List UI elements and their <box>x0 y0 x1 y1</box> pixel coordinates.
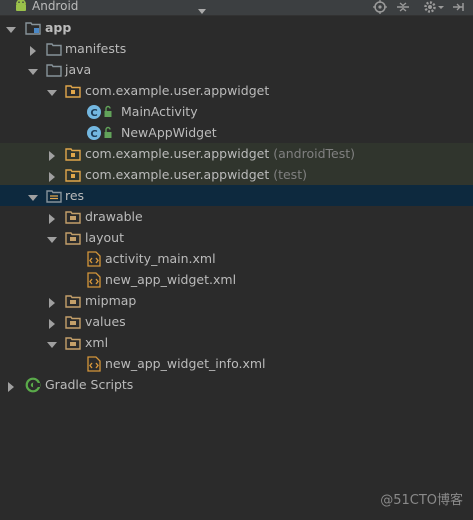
chevron-right-icon[interactable] <box>47 317 57 329</box>
chevron-down-icon[interactable] <box>47 338 57 348</box>
folder-icon <box>65 230 81 246</box>
chevron-down-icon[interactable] <box>28 191 38 201</box>
chevron-right-icon[interactable] <box>28 44 38 56</box>
chevron-down-icon[interactable] <box>47 233 57 243</box>
tree-label: activity_main.xml <box>105 251 216 266</box>
tree-label-group: com.example.user.appwidget (androidTest) <box>85 145 355 162</box>
tree-label-group: com.example.user.appwidget (test) <box>85 166 307 183</box>
tree-node-xml[interactable]: xml <box>0 332 473 353</box>
tree-label: values <box>85 314 126 329</box>
chevron-down-icon[interactable] <box>6 23 16 33</box>
folder-icon <box>65 335 81 351</box>
folder-icon <box>46 62 62 78</box>
chevron-right-icon[interactable] <box>47 296 57 308</box>
tree-label: com.example.user.appwidget <box>85 83 270 98</box>
class-icon: C <box>86 125 102 141</box>
lock-icon <box>103 125 113 141</box>
xml-file-icon <box>86 272 102 288</box>
tree-node-activity-main-xml[interactable]: activity_main.xml <box>0 248 473 269</box>
tree-node-gradle-scripts[interactable]: Gradle Scripts <box>0 374 473 395</box>
chevron-down-icon[interactable] <box>28 65 38 75</box>
view-mode-dropdown[interactable]: Android <box>14 0 210 15</box>
tree-node-manifests[interactable]: manifests <box>0 38 473 59</box>
tree-label: com.example.user.appwidget <box>85 146 270 161</box>
module-folder-icon <box>25 20 41 36</box>
tree-node-res[interactable]: res <box>0 185 473 206</box>
xml-file-icon <box>86 251 102 267</box>
svg-text:C: C <box>90 129 97 140</box>
target-icon[interactable] <box>373 0 387 14</box>
tree-label: new_app_widget_info.xml <box>105 356 266 371</box>
source-set-suffix: (test) <box>273 167 307 182</box>
tree-label: xml <box>85 335 109 350</box>
tree-node-values[interactable]: values <box>0 311 473 332</box>
tree-label: com.example.user.appwidget <box>85 167 270 182</box>
gear-dropdown-arrow-icon[interactable] <box>437 0 445 14</box>
source-set-suffix: (androidTest) <box>273 146 356 161</box>
tree-node-new-app-widget[interactable]: C NewAppWidget <box>0 122 473 143</box>
package-icon <box>65 167 81 183</box>
chevron-right-icon[interactable] <box>47 149 57 161</box>
watermark: @51CTO博客 <box>380 493 463 508</box>
tree-label: NewAppWidget <box>121 125 217 140</box>
tree-label: manifests <box>65 41 127 56</box>
tree-label: drawable <box>85 209 143 224</box>
folder-icon <box>46 41 62 57</box>
tree-label: new_app_widget.xml <box>105 272 237 287</box>
tree-label: MainActivity <box>121 104 198 119</box>
chevron-right-icon[interactable] <box>47 212 57 224</box>
gear-icon[interactable] <box>423 0 437 14</box>
tree-node-new-app-widget-xml[interactable]: new_app_widget.xml <box>0 269 473 290</box>
folder-icon <box>65 314 81 330</box>
tree-label: mipmap <box>85 293 137 308</box>
tree-node-new-app-widget-info-xml[interactable]: new_app_widget_info.xml <box>0 353 473 374</box>
tree-node-main-activity[interactable]: C MainActivity <box>0 101 473 122</box>
package-icon <box>65 83 81 99</box>
chevron-down-icon <box>198 2 206 17</box>
lock-icon <box>103 104 113 120</box>
chevron-right-icon[interactable] <box>6 380 16 392</box>
folder-icon <box>65 293 81 309</box>
svg-text:C: C <box>90 108 97 119</box>
tree-node-java[interactable]: java <box>0 59 473 80</box>
chevron-down-icon[interactable] <box>47 86 57 96</box>
tree-label: java <box>65 62 92 77</box>
project-view-toolbar: Android <box>0 0 473 16</box>
tree-label: res <box>65 188 85 203</box>
tree-node-mipmap[interactable]: mipmap <box>0 290 473 311</box>
android-icon <box>14 0 28 15</box>
tree-node-layout[interactable]: layout <box>0 227 473 248</box>
package-icon <box>65 146 81 162</box>
collapse-all-icon[interactable] <box>396 0 410 14</box>
tree-node-drawable[interactable]: drawable <box>0 206 473 227</box>
tree-node-app[interactable]: app <box>0 17 473 38</box>
tree-label: app <box>45 20 72 35</box>
tree-label: layout <box>85 230 125 245</box>
class-icon: C <box>86 104 102 120</box>
gradle-icon <box>25 377 41 393</box>
chevron-right-icon[interactable] <box>47 170 57 182</box>
tree-node-package-main[interactable]: com.example.user.appwidget <box>0 80 473 101</box>
tree-node-package-android-test[interactable]: com.example.user.appwidget (androidTest) <box>0 143 473 164</box>
view-mode-label: Android <box>32 0 79 13</box>
tree-label: Gradle Scripts <box>45 377 134 392</box>
tree-node-package-test[interactable]: com.example.user.appwidget (test) <box>0 164 473 185</box>
resource-folder-icon <box>46 188 62 204</box>
xml-file-icon <box>86 356 102 372</box>
folder-icon <box>65 209 81 225</box>
hide-icon[interactable] <box>452 0 466 14</box>
